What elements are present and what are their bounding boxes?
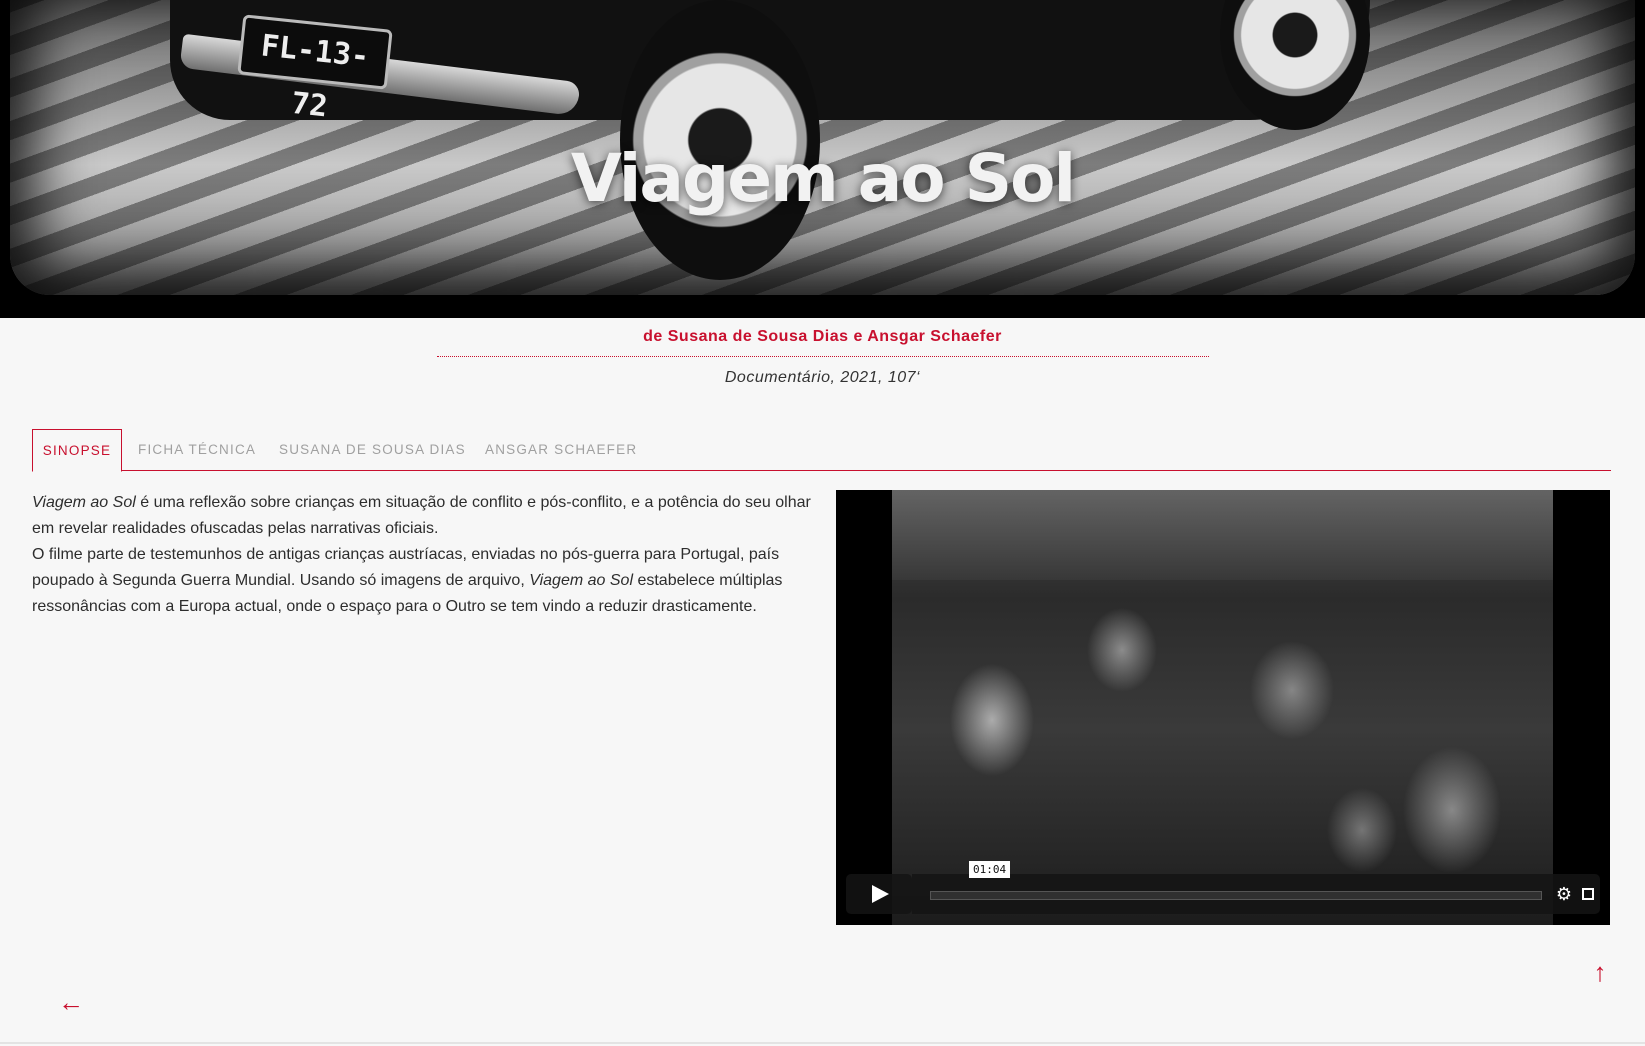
film-meta: Documentário, 2021, 107‘ bbox=[724, 369, 921, 386]
video-frame-background bbox=[892, 490, 1553, 580]
synopsis-paragraph-2: O filme parte de testemunhos de antigas … bbox=[32, 542, 812, 620]
film-title-inline: Viagem ao Sol bbox=[529, 572, 633, 589]
synopsis-paragraph-1: Viagem ao Sol é uma reflexão sobre crian… bbox=[32, 490, 812, 542]
arrow-up-icon[interactable]: ↑ bbox=[1588, 958, 1612, 986]
tab-susana-de-sousa-dias[interactable]: SUSANA DE SOUSA DIAS bbox=[279, 429, 466, 471]
credits-divider bbox=[436, 356, 1209, 357]
video-controls: 01:04 ⚙ bbox=[846, 861, 1600, 914]
credits: de Susana de Sousa Dias e Ansgar Schaefe… bbox=[0, 328, 1645, 387]
tab-bar: SINOPSE FICHA TÉCNICA SUSANA DE SOUSA DI… bbox=[32, 429, 1611, 472]
page-title: Viagem ao Sol bbox=[570, 140, 1076, 217]
footer-divider bbox=[0, 1042, 1645, 1044]
video-frame[interactable] bbox=[892, 490, 1553, 925]
progress-bar[interactable] bbox=[930, 891, 1542, 900]
time-tooltip: 01:04 bbox=[969, 861, 1011, 878]
synopsis-text-1: é uma reflexão sobre crianças em situaçã… bbox=[32, 494, 811, 537]
video-player[interactable]: 01:04 ⚙ bbox=[836, 490, 1610, 925]
video-control-bar: 01:04 ⚙ bbox=[912, 861, 1600, 914]
arrow-left-icon[interactable]: ← bbox=[58, 988, 88, 1016]
tab-sinopse[interactable]: SINOPSE bbox=[32, 429, 122, 472]
tab-ficha-tecnica[interactable]: FICHA TÉCNICA bbox=[138, 429, 256, 471]
gear-icon[interactable]: ⚙ bbox=[1553, 883, 1575, 905]
tab-ansgar-schaefer[interactable]: ANSGAR SCHAEFER bbox=[485, 429, 637, 471]
fullscreen-icon[interactable] bbox=[1577, 883, 1599, 905]
film-authors: de Susana de Sousa Dias e Ansgar Schaefe… bbox=[643, 328, 1002, 345]
film-title-inline: Viagem ao Sol bbox=[32, 494, 136, 511]
hero-banner: FL-13-72 Viagem ao Sol bbox=[0, 0, 1645, 318]
synopsis-text: Viagem ao Sol é uma reflexão sobre crian… bbox=[32, 490, 812, 620]
play-icon[interactable] bbox=[846, 874, 912, 914]
